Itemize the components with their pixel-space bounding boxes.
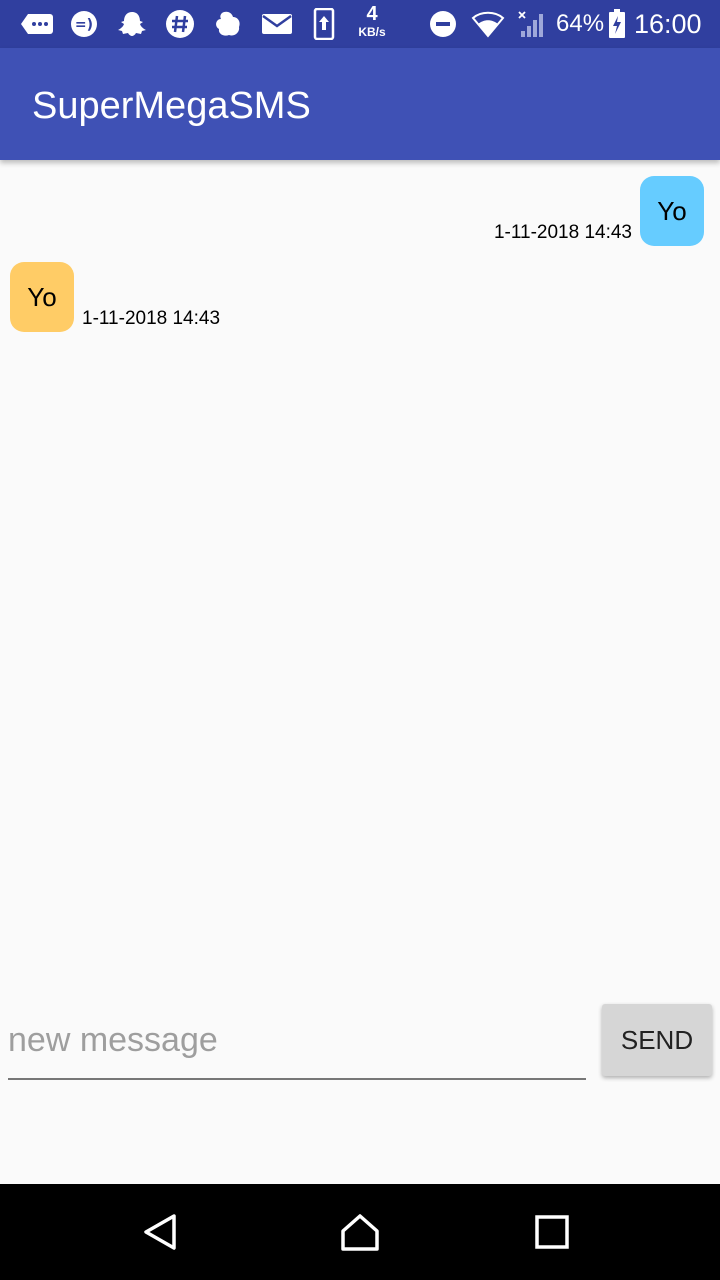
network-speed-value: 4 <box>366 3 378 25</box>
outgoing-message-bubble[interactable]: Yo <box>640 176 704 246</box>
new-message-input[interactable] <box>8 1004 586 1076</box>
network-speed: 4 KB/s <box>352 4 392 38</box>
app-bar: SuperMegaSMS <box>0 48 720 160</box>
outgoing-message-timestamp: 1-11-2018 14:43 <box>493 222 632 243</box>
slack-icon <box>164 10 196 38</box>
incoming-message-bubble[interactable]: Yo <box>10 262 74 332</box>
message-input-wrapper <box>8 1004 586 1080</box>
app-icon <box>212 10 244 38</box>
battery-charging-icon <box>606 9 628 38</box>
message-icon <box>20 10 54 38</box>
back-icon[interactable] <box>136 1208 184 1256</box>
snapchat-icon <box>116 10 148 38</box>
mail-icon <box>260 10 294 38</box>
message-list[interactable]: Yo 1-11-2018 14:43 Yo 1-11-2018 14:43 SE… <box>0 160 720 1184</box>
upload-icon <box>312 8 336 40</box>
network-speed-unit: KB/s <box>358 25 386 39</box>
navigation-bar <box>0 1184 720 1280</box>
smiley-icon: =) <box>68 10 100 38</box>
do-not-disturb-icon <box>428 10 458 38</box>
clock: 16:00 <box>634 9 702 39</box>
svg-text:=): =) <box>75 17 93 33</box>
status-bar: =) 4 KB/s 64% 16:00 <box>0 0 720 48</box>
recents-icon[interactable] <box>528 1208 576 1256</box>
incoming-message-timestamp: 1-11-2018 14:43 <box>82 308 221 329</box>
signal-icon <box>516 10 548 38</box>
battery-percent: 64% <box>556 10 605 37</box>
wifi-icon <box>470 10 506 38</box>
app-title: SuperMegaSMS <box>32 85 311 127</box>
send-button[interactable]: SEND <box>602 1004 712 1076</box>
home-icon[interactable] <box>336 1208 384 1256</box>
